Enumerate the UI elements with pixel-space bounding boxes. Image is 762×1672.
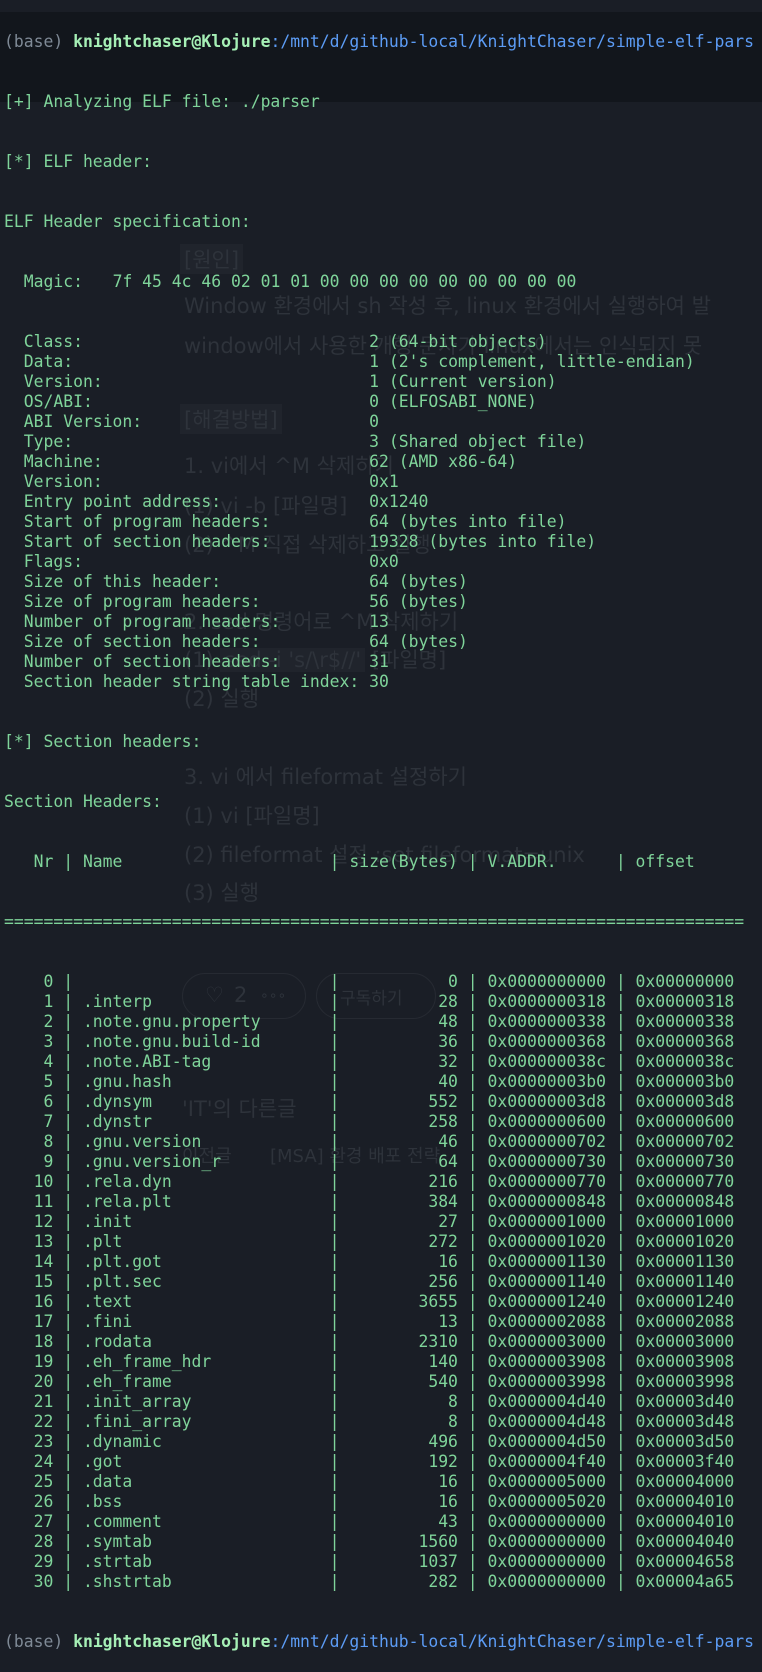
- field-value: 2 (64-bit objects): [369, 332, 547, 351]
- field-label: Start of program headers:: [23, 512, 271, 531]
- header-field: Start of program headers: 64 (bytes into…: [4, 512, 754, 532]
- table-row: 23 | .dynamic | 496 | 0x0000004d50 | 0x0…: [4, 1432, 735, 1451]
- field-label: Number of program headers:: [23, 612, 281, 631]
- table-rule: ========================================…: [4, 912, 745, 931]
- field-label: Entry point address:: [23, 492, 222, 511]
- table-row: 1 | .interp | 28 | 0x0000000318 | 0x0000…: [4, 992, 735, 1011]
- header-field: Size of program headers: 56 (bytes): [4, 592, 754, 612]
- field-value: 0x0: [369, 552, 399, 571]
- table-row: 8 | .gnu.version | 46 | 0x0000000702 | 0…: [4, 1132, 735, 1151]
- section-table-header: Nr | Name | size(Bytes) | V.ADDR. | offs…: [4, 852, 695, 871]
- header-field: Version: 1 (Current version): [4, 372, 754, 392]
- header-field: ABI Version: 0: [4, 412, 754, 432]
- table-row: 18 | .rodata | 2310 | 0x0000003000 | 0x0…: [4, 1332, 735, 1351]
- field-value: 0x1: [369, 472, 399, 491]
- table-row: 14 | .plt.got | 16 | 0x0000001130 | 0x00…: [4, 1252, 735, 1271]
- field-label: Size of program headers:: [23, 592, 261, 611]
- table-row: 2 | .note.gnu.property | 48 | 0x00000003…: [4, 1012, 735, 1031]
- shell-prompt: (base) knightchaser@Klojure:/mnt/d/githu…: [4, 32, 754, 51]
- table-row: 5 | .gnu.hash | 40 | 0x00000003b0 | 0x00…: [4, 1072, 735, 1091]
- header-field: Flags: 0x0: [4, 552, 754, 572]
- header-fields: Class: 2 (64-bit objects) Data: 1 (2's c…: [4, 332, 754, 692]
- table-row: 28 | .symtab | 1560 | 0x0000000000 | 0x0…: [4, 1532, 735, 1551]
- table-row: 13 | .plt | 272 | 0x0000001020 | 0x00001…: [4, 1232, 735, 1251]
- header-field: Machine: 62 (AMD x86-64): [4, 452, 754, 472]
- header-field: Size of section headers: 64 (bytes): [4, 632, 754, 652]
- field-value: 30: [369, 672, 389, 691]
- field-label: Section header string table index:: [23, 672, 360, 691]
- magic-line: Magic: 7f 45 4c 46 02 01 01 00 00 00 00 …: [23, 272, 577, 291]
- table-row: 29 | .strtab | 1037 | 0x0000000000 | 0x0…: [4, 1552, 735, 1571]
- field-label: Data:: [23, 352, 74, 371]
- table-row: 19 | .eh_frame_hdr | 140 | 0x0000003908 …: [4, 1352, 735, 1371]
- header-field: Size of this header: 64 (bytes): [4, 572, 754, 592]
- header-field: Type: 3 (Shared object file): [4, 432, 754, 452]
- table-row: 30 | .shstrtab | 282 | 0x0000000000 | 0x…: [4, 1572, 735, 1591]
- table-row: 16 | .text | 3655 | 0x0000001240 | 0x000…: [4, 1292, 735, 1311]
- table-row: 21 | .init_array | 8 | 0x0000004d40 | 0x…: [4, 1392, 735, 1411]
- table-row: 7 | .dynstr | 258 | 0x0000000600 | 0x000…: [4, 1112, 735, 1131]
- header-field: Class: 2 (64-bit objects): [4, 332, 754, 352]
- table-row: 25 | .data | 16 | 0x0000005000 | 0x00004…: [4, 1472, 735, 1491]
- field-value: 3 (Shared object file): [369, 432, 587, 451]
- header-field: Data: 1 (2's complement, little-endian): [4, 352, 754, 372]
- spec-title: ELF Header specification:: [4, 212, 251, 231]
- elf-header-tag: [*] ELF header:: [4, 152, 153, 171]
- header-field: OS/ABI: 0 (ELFOSABI_NONE): [4, 392, 754, 412]
- table-row: 27 | .comment | 43 | 0x0000000000 | 0x00…: [4, 1512, 735, 1531]
- table-row: 15 | .plt.sec | 256 | 0x0000001140 | 0x0…: [4, 1272, 735, 1291]
- table-row: 24 | .got | 192 | 0x0000004f40 | 0x00003…: [4, 1452, 735, 1471]
- table-row: 10 | .rela.dyn | 216 | 0x0000000770 | 0x…: [4, 1172, 735, 1191]
- field-label: Size of this header:: [23, 572, 222, 591]
- field-label: Version:: [23, 372, 103, 391]
- field-value: 0x1240: [369, 492, 429, 511]
- header-field: Section header string table index: 30: [4, 672, 754, 692]
- field-value: 19328 (bytes into file): [369, 532, 597, 551]
- field-value: 0: [369, 412, 380, 431]
- field-value: 1 (Current version): [369, 372, 557, 391]
- shell-prompt: (base) knightchaser@Klojure:/mnt/d/githu…: [4, 1632, 754, 1651]
- header-field: Start of section headers: 19328 (bytes i…: [4, 532, 754, 552]
- header-field: Version: 0x1: [4, 472, 754, 492]
- table-row: 20 | .eh_frame | 540 | 0x0000003998 | 0x…: [4, 1372, 735, 1391]
- field-label: Class:: [23, 332, 83, 351]
- header-field: Number of program headers: 13: [4, 612, 754, 632]
- table-row: 26 | .bss | 16 | 0x0000005020 | 0x000040…: [4, 1492, 735, 1511]
- table-row: 17 | .fini | 13 | 0x0000002088 | 0x00002…: [4, 1312, 735, 1331]
- table-row: 9 | .gnu.version_r | 64 | 0x0000000730 |…: [4, 1152, 735, 1171]
- field-label: Machine:: [23, 452, 103, 471]
- field-label: Type:: [23, 432, 74, 451]
- field-label: OS/ABI:: [23, 392, 93, 411]
- field-value: 64 (bytes into file): [369, 512, 567, 531]
- section-title: Section Headers:: [4, 792, 162, 811]
- field-label: Number of section headers:: [23, 652, 281, 671]
- table-row: 22 | .fini_array | 8 | 0x0000004d48 | 0x…: [4, 1412, 735, 1431]
- field-value: 62 (AMD x86-64): [369, 452, 518, 471]
- terminal-output: (base) knightchaser@Klojure:/mnt/d/githu…: [4, 0, 754, 1672]
- field-value: 0 (ELFOSABI_NONE): [369, 392, 537, 411]
- table-row: 12 | .init | 27 | 0x0000001000 | 0x00001…: [4, 1212, 735, 1231]
- analyzing-line: [+] Analyzing ELF file: ./parser: [4, 92, 320, 111]
- table-row: 0 | | 0 | 0x0000000000 | 0x00000000: [4, 972, 735, 991]
- field-value: 31: [369, 652, 389, 671]
- field-value: 1 (2's complement, little-endian): [369, 352, 695, 371]
- table-row: 4 | .note.ABI-tag | 32 | 0x000000038c | …: [4, 1052, 735, 1071]
- header-field: Entry point address: 0x1240: [4, 492, 754, 512]
- header-field: Number of section headers: 31: [4, 652, 754, 672]
- table-row: 6 | .dynsym | 552 | 0x00000003d8 | 0x000…: [4, 1092, 735, 1111]
- field-label: Flags:: [23, 552, 83, 571]
- section-table: 0 | | 0 | 0x0000000000 | 0x00000000 1 | …: [4, 972, 754, 1592]
- field-label: ABI Version:: [23, 412, 143, 431]
- field-value: 13: [369, 612, 389, 631]
- section-tag: [*] Section headers:: [4, 732, 202, 751]
- field-label: Size of section headers:: [23, 632, 261, 651]
- field-label: Version:: [23, 472, 103, 491]
- table-row: 11 | .rela.plt | 384 | 0x0000000848 | 0x…: [4, 1192, 735, 1211]
- field-value: 56 (bytes): [369, 592, 468, 611]
- field-label: Start of section headers:: [23, 532, 271, 551]
- field-value: 64 (bytes): [369, 632, 468, 651]
- table-row: 3 | .note.gnu.build-id | 36 | 0x00000003…: [4, 1032, 735, 1051]
- field-value: 64 (bytes): [369, 572, 468, 591]
